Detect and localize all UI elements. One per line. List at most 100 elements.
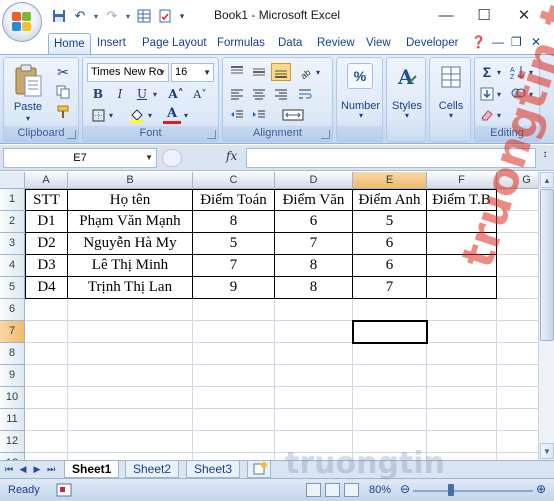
cell-c12[interactable] xyxy=(193,431,275,453)
row-header-6[interactable]: 6 xyxy=(0,299,25,321)
autosum-dropdown-icon[interactable]: ▾ xyxy=(495,63,503,81)
cell-f10[interactable] xyxy=(427,387,497,409)
wrap-text-icon[interactable] xyxy=(295,85,315,103)
tab-insert[interactable]: Insert xyxy=(92,33,131,54)
underline-icon[interactable]: U xyxy=(133,85,151,103)
cell-g7[interactable] xyxy=(497,321,538,343)
cell-a12[interactable] xyxy=(25,431,68,453)
vertical-scrollbar[interactable]: ▲ ▼ xyxy=(538,172,554,460)
help-icon[interactable]: ❓ xyxy=(471,35,486,49)
format-painter-icon[interactable] xyxy=(54,103,72,121)
cell-e1[interactable]: Điểm Anh xyxy=(353,189,427,211)
align-top-icon[interactable] xyxy=(227,63,247,81)
sort-filter-dropdown-icon[interactable]: ▾ xyxy=(527,63,535,81)
cell-b7[interactable] xyxy=(68,321,193,343)
row-header-12[interactable]: 12 xyxy=(0,431,25,453)
row-header-2[interactable]: 2 xyxy=(0,211,25,233)
cell-b4[interactable]: Lê Thị Minh xyxy=(68,255,193,277)
fill-dropdown-icon[interactable]: ▾ xyxy=(495,85,503,103)
row-header-10[interactable]: 10 xyxy=(0,387,25,409)
cell-e11[interactable] xyxy=(353,409,427,431)
zoom-in-icon[interactable]: ⊕ xyxy=(536,482,546,496)
cell-d2[interactable]: 6 xyxy=(275,211,353,233)
tab-view[interactable]: View xyxy=(361,33,396,54)
customize-qat-icon[interactable]: ▾ xyxy=(177,7,187,25)
font-family-select[interactable]: Times New Ro ▼ xyxy=(87,63,169,82)
borders-icon[interactable] xyxy=(89,106,107,124)
cell-f2[interactable] xyxy=(427,211,497,233)
cell-f8[interactable] xyxy=(427,343,497,365)
cell-c2[interactable]: 8 xyxy=(193,211,275,233)
italic-icon[interactable]: I xyxy=(111,85,129,103)
cell-g1[interactable] xyxy=(497,189,538,211)
form-icon[interactable] xyxy=(135,7,153,25)
decrease-indent-icon[interactable] xyxy=(227,106,247,124)
cell-d4[interactable]: 8 xyxy=(275,255,353,277)
cell-g4[interactable] xyxy=(497,255,538,277)
maximize-button[interactable]: ☐ xyxy=(466,4,502,26)
cell-b9[interactable] xyxy=(68,365,193,387)
cell-b6[interactable] xyxy=(68,299,193,321)
cell-a13[interactable] xyxy=(25,453,68,460)
tab-page-layout[interactable]: Page Layout xyxy=(137,33,212,54)
cell-e3[interactable]: 6 xyxy=(353,233,427,255)
cells-icon[interactable] xyxy=(438,63,464,91)
cell-d13[interactable] xyxy=(275,453,353,460)
orientation-dropdown-icon[interactable]: ▾ xyxy=(314,63,322,81)
cell-b10[interactable] xyxy=(68,387,193,409)
alignment-launcher-icon[interactable] xyxy=(321,130,330,139)
styles-icon[interactable]: A xyxy=(393,63,421,91)
row-header-5[interactable]: 5 xyxy=(0,277,25,299)
cell-c5[interactable]: 9 xyxy=(193,277,275,299)
cell-g3[interactable] xyxy=(497,233,538,255)
number-dropdown-icon[interactable]: ▾ xyxy=(355,111,367,120)
formula-input[interactable] xyxy=(246,148,536,168)
cells-dropdown-icon[interactable]: ▾ xyxy=(445,111,457,120)
insert-function-icon[interactable]: fx xyxy=(226,149,237,163)
cell-g5[interactable] xyxy=(497,277,538,299)
cell-e8[interactable] xyxy=(353,343,427,365)
row-header-8[interactable]: 8 xyxy=(0,343,25,365)
zoom-slider-track[interactable] xyxy=(413,490,533,492)
find-select-dropdown-icon[interactable]: ▾ xyxy=(527,85,535,103)
cell-b8[interactable] xyxy=(68,343,193,365)
active-cell-cursor[interactable] xyxy=(352,320,428,344)
row-header-11[interactable]: 11 xyxy=(0,409,25,431)
cell-g8[interactable] xyxy=(497,343,538,365)
bold-icon[interactable]: B xyxy=(89,85,107,103)
cell-f9[interactable] xyxy=(427,365,497,387)
cell-a5[interactable]: D4 xyxy=(25,277,68,299)
ribbon-minimize-icon[interactable]: — xyxy=(492,35,504,49)
scroll-thumb[interactable] xyxy=(540,189,554,341)
sheet-tab-3[interactable]: Sheet3 xyxy=(186,461,241,478)
zoom-level[interactable]: 80% xyxy=(369,484,391,496)
font-color-dropdown-icon[interactable]: ▾ xyxy=(182,106,190,124)
paste-label[interactable]: Paste xyxy=(8,101,48,113)
cell-c13[interactable] xyxy=(193,453,275,460)
row-header-9[interactable]: 9 xyxy=(0,365,25,387)
cell-g6[interactable] xyxy=(497,299,538,321)
font-size-select[interactable]: 16 ▼ xyxy=(171,63,214,82)
last-sheet-icon[interactable]: ⏭ xyxy=(45,463,57,476)
redo-dropdown-icon[interactable]: ▾ xyxy=(124,7,132,25)
cell-c3[interactable]: 5 xyxy=(193,233,275,255)
fill-icon[interactable] xyxy=(479,85,495,103)
paste-icon[interactable] xyxy=(10,62,46,100)
select-all-corner[interactable] xyxy=(0,172,25,189)
cell-e5[interactable]: 7 xyxy=(353,277,427,299)
cell-c1[interactable]: Điểm Toán xyxy=(193,189,275,211)
page-break-view-icon[interactable] xyxy=(344,483,359,497)
cell-c4[interactable]: 7 xyxy=(193,255,275,277)
cut-icon[interactable]: ✂ xyxy=(54,63,72,81)
macro-record-icon[interactable] xyxy=(56,483,72,497)
tab-home[interactable]: Home xyxy=(48,33,91,54)
borders-dropdown-icon[interactable]: ▾ xyxy=(107,106,115,124)
tab-developer[interactable]: Developer xyxy=(401,33,463,54)
cell-b5[interactable]: Trịnh Thị Lan xyxy=(68,277,193,299)
fill-color-dropdown-icon[interactable]: ▾ xyxy=(146,106,154,124)
row-header-7[interactable]: 7 xyxy=(0,321,25,343)
cell-g9[interactable] xyxy=(497,365,538,387)
column-header-e[interactable]: E xyxy=(353,172,427,189)
styles-dropdown-icon[interactable]: ▾ xyxy=(401,111,413,120)
cell-f1[interactable]: Điểm T.B xyxy=(427,189,497,211)
